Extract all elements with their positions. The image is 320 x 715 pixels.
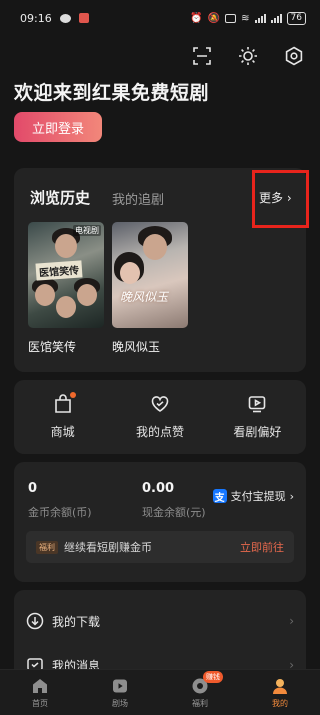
nav-badge: 赚钱: [203, 671, 223, 683]
nav-theater[interactable]: 剧场: [80, 670, 160, 715]
nav-profile[interactable]: 我的: [240, 670, 320, 715]
bottom-nav: 首页 剧场 赚钱 福利 我的: [0, 669, 320, 715]
cash-balance[interactable]: 0.00: [142, 481, 174, 496]
promo-badge: 福利: [36, 540, 58, 554]
shopping-bag-icon: [53, 392, 76, 414]
notification-dot: [69, 392, 76, 398]
coin-balance[interactable]: 0: [28, 481, 37, 496]
status-right: ⏰ 🔕 ≋ 76: [190, 11, 306, 25]
poster-figure-face: [143, 234, 167, 260]
status-bar: 09:16 ⏰ 🔕 ≋ 76: [0, 0, 320, 36]
alipay-label: 支付宝提现: [230, 490, 286, 503]
theme-sun-icon[interactable]: [236, 44, 260, 68]
heart-icon: [150, 394, 170, 414]
poster-figure-face: [120, 262, 140, 284]
scan-icon[interactable]: [190, 44, 214, 68]
more-link[interactable]: 更多 ›: [259, 189, 292, 206]
wallet-card: 0 金币余额(币) 0.00 现金余额(元) 支 支付宝提现 › 福利 继续看短…: [14, 462, 306, 582]
nav-label: 首页: [32, 698, 48, 708]
chevron-right-icon: ›: [289, 614, 294, 628]
promo-banner[interactable]: 福利 继续看短剧赚金币 立即前往: [26, 531, 294, 563]
alipay-withdraw-link[interactable]: 支 支付宝提现 ›: [212, 488, 294, 504]
cash-balance-label: 现金余额(元): [142, 506, 206, 519]
download-icon: [26, 612, 44, 630]
menu-label: 我的下载: [52, 614, 101, 629]
nav-welfare[interactable]: 赚钱 福利: [160, 670, 240, 715]
nav-home[interactable]: 首页: [0, 670, 80, 715]
poster-title-art: 医馆笑传: [35, 260, 83, 281]
poster-wanfengsiyu[interactable]: 晚风似玉: [112, 222, 188, 328]
coin-balance-label: 金币余额(币): [28, 506, 92, 519]
poster-yiguanxiaozhuan[interactable]: 电视剧 医馆笑传: [28, 222, 104, 328]
hd-icon: [225, 13, 237, 23]
poster-title-art: 晚风似玉: [120, 290, 169, 304]
poster-figure-face: [56, 296, 76, 318]
theater-icon: [113, 679, 127, 692]
chevron-right-icon: ›: [283, 191, 292, 205]
promo-text: 继续看短剧赚金币: [64, 541, 152, 554]
mute-icon: 🔕: [207, 12, 221, 24]
nav-label: 我的: [272, 698, 288, 708]
battery-icon: 76: [286, 11, 306, 25]
nav-label: 福利: [192, 698, 208, 708]
wifi-icon: ≋: [241, 12, 250, 24]
profile-icon: [273, 678, 287, 694]
shortcut-label: 我的点赞: [135, 425, 184, 439]
poster-figure-face: [55, 234, 77, 258]
menu-item-downloads[interactable]: 我的下载 ›: [14, 601, 306, 641]
shortcut-card: 商城 我的点赞 看剧偏好: [14, 380, 306, 454]
more-label: 更多: [259, 191, 284, 205]
tab-following[interactable]: 我的追剧: [112, 189, 164, 208]
shortcut-preference[interactable]: 看剧偏好: [209, 380, 306, 454]
chevron-right-icon: ›: [289, 489, 294, 503]
welcome-title: 欢迎来到红果免费短剧: [14, 82, 210, 104]
app-notification-icon: [78, 13, 89, 23]
status-left: 09:16: [20, 12, 89, 25]
drama-name[interactable]: 医馆笑传: [28, 338, 76, 355]
top-toolbar: [190, 44, 306, 68]
poster-figure-face: [35, 284, 55, 306]
shortcut-label: 商城: [50, 425, 75, 439]
tab-history[interactable]: 浏览历史: [30, 187, 90, 208]
shortcut-mall[interactable]: 商城: [14, 380, 111, 454]
nav-label: 剧场: [112, 698, 128, 708]
promo-action[interactable]: 立即前往: [240, 539, 284, 555]
signal-icon-2: [270, 13, 282, 23]
alarm-icon: ⏰: [190, 12, 203, 24]
poster-tag: 电视剧: [73, 225, 101, 236]
shortcut-label: 看剧偏好: [233, 425, 282, 439]
history-card: 浏览历史 我的追剧 更多 › 电视剧 医馆笑传 晚风似玉 医馆笑传 晚风似玉: [14, 168, 306, 372]
alipay-icon: 支: [212, 489, 227, 504]
status-time: 09:16: [20, 11, 52, 25]
settings-icon[interactable]: [282, 44, 306, 68]
signal-icon: [254, 13, 266, 23]
poster-figure-face: [77, 284, 97, 306]
drama-name[interactable]: 晚风似玉: [112, 338, 160, 355]
wechat-icon: [59, 13, 71, 23]
shortcut-likes[interactable]: 我的点赞: [111, 380, 208, 454]
play-screen-icon: [247, 394, 267, 414]
login-button[interactable]: 立即登录: [14, 112, 102, 142]
home-icon: [33, 678, 47, 693]
